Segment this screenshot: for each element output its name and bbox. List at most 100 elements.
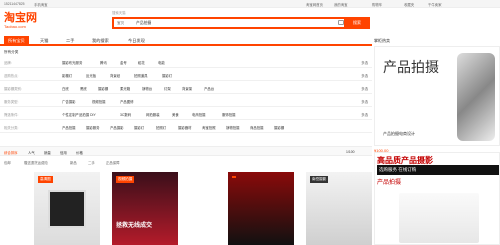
filter-value[interactable]: 摄影棚 <box>98 86 108 91</box>
sort-credit[interactable]: 信用 <box>60 150 67 155</box>
filter-value[interactable]: 背景纸 <box>110 73 120 78</box>
filter-row: 服务类型: 广告摄影 视频拍摄 产品图修 多选 <box>0 96 372 107</box>
tab-my-search[interactable]: 我的搜索 <box>88 36 113 46</box>
filter-row: 摄影棚类别: 白底 黑底 摄影棚 柔光箱 静物台 灯架 背景架 产品台 多选 <box>0 83 372 94</box>
sort-price[interactable]: 价格 <box>76 150 83 155</box>
filter-value[interactable]: 产品摄影 <box>110 125 124 130</box>
my-taobao-link[interactable]: 我的淘宝 <box>334 2 348 7</box>
filter-more[interactable]: 多选 <box>361 86 368 91</box>
filter-value[interactable]: 网拍服装 <box>146 112 160 117</box>
filter-value[interactable]: 产品图修 <box>120 99 134 104</box>
filter-value[interactable]: 摄影棚 <box>274 125 284 130</box>
product-image <box>48 190 86 228</box>
logo-cn: 淘宝网 <box>4 11 37 24</box>
logo-en: Taobao.com <box>4 24 26 29</box>
cart-link[interactable]: 购物车 <box>372 2 382 7</box>
filter-value[interactable]: 电能 <box>158 60 165 65</box>
ad-image <box>399 193 479 243</box>
filter-value[interactable]: 产品拍摄 <box>62 125 76 130</box>
filter-value[interactable]: 视频拍摄 <box>92 99 106 104</box>
tab-tmall[interactable]: 天猫 <box>36 36 52 46</box>
filter-more[interactable]: 多选 <box>361 112 368 117</box>
filter-more[interactable]: 多选 <box>361 99 368 104</box>
filter-row: 筛选条件: 个性定制产品拍摄 DIY 3C数码 网拍服装 美食 电商拍摄 服饰拍… <box>0 109 372 120</box>
sort-sales[interactable]: 销量 <box>44 150 51 155</box>
ad-subtitle: 选购服务 在线订购 <box>377 165 499 175</box>
user-phone[interactable]: 15211447825 <box>4 2 25 6</box>
top-bar: 15211447825 手机淘宝 淘宝网首页 我的淘宝 购物车 收藏夹 千牛卖家 <box>0 0 500 8</box>
mobile-taobao-link[interactable]: 手机淘宝 <box>34 2 48 7</box>
seller-link[interactable]: 千牛卖家 <box>428 2 442 7</box>
ad-card[interactable]: 产品拍摄 产品拍摄电商设计 <box>374 46 500 146</box>
search-input[interactable]: 产品拍摄 <box>136 21 151 26</box>
product-card[interactable] <box>228 172 294 245</box>
filter-value[interactable]: 摄影灯 <box>162 73 172 78</box>
ad-card[interactable]: 高品质产品摄影 选购服务 在线订购 产品拍摄 <box>374 152 500 245</box>
filter-key: 服务类型: <box>4 100 19 104</box>
filter-value[interactable]: 产品台 <box>204 86 214 91</box>
product-card[interactable]: 南岳摄影 <box>306 172 372 245</box>
filter-key: 选购热点: <box>4 74 19 78</box>
filter-value[interactable]: 个性定制产品拍摄 DIY <box>62 112 96 117</box>
taobao-logo[interactable]: 淘宝网 Taobao.com <box>4 12 48 32</box>
filter-row: 相关分类: 产品拍摄 摄影服务 产品摄影 摄影灯 拍照灯 摄影器材 淘宝拍照 静… <box>0 122 372 133</box>
filter-checkbox[interactable]: 包邮 <box>4 160 11 165</box>
filter-value[interactable]: 背景架 <box>182 86 192 91</box>
filter-panel: 所有分类 品牌: 摄影布光服务 腾讯 金号 稻花 电能 多选 选购热点: 影棚灯… <box>0 50 372 134</box>
filter-value[interactable]: 灯架 <box>164 86 171 91</box>
filter-value[interactable]: 商品拍摄 <box>250 125 264 130</box>
filter-checkbox[interactable]: 新品 <box>70 160 77 165</box>
filter-value[interactable]: 拍照道具 <box>134 73 148 78</box>
right-column-title: 掌柜热卖 <box>374 38 390 43</box>
filter-value[interactable]: 摄影灯 <box>134 125 144 130</box>
filter-key: 相关分类: <box>4 126 19 130</box>
favorites-link[interactable]: 收藏夹 <box>404 2 414 7</box>
search-button[interactable]: 搜索 <box>344 17 370 29</box>
ad-subtitle: 产品拍摄电商设计 <box>383 131 415 136</box>
filter-value[interactable]: 摄影器材 <box>178 125 192 130</box>
filter-checkbox[interactable]: 赠送退货运费险 <box>24 160 48 165</box>
sort-default[interactable]: 综合排序 <box>4 150 18 155</box>
filter-value[interactable]: 白底 <box>62 86 69 91</box>
filter-more[interactable]: 多选 <box>361 60 368 65</box>
ad-image <box>457 53 495 141</box>
filter-key: 筛选条件: <box>4 113 19 117</box>
filter-value[interactable]: 拍照灯 <box>156 125 166 130</box>
home-link[interactable]: 淘宝网首页 <box>306 2 323 7</box>
sort-popularity[interactable]: 人气 <box>28 150 35 155</box>
filter-value[interactable]: 静物拍摄 <box>226 125 240 130</box>
tab-secondhand[interactable]: 二手 <box>62 36 78 46</box>
product-badge <box>232 176 236 178</box>
filter-value[interactable]: 影棚灯 <box>62 73 72 78</box>
filter-value[interactable]: 金号 <box>120 60 127 65</box>
pager[interactable]: 1/100 <box>346 150 355 154</box>
filter-value[interactable]: 电商拍摄 <box>192 112 206 117</box>
filter-checkbox[interactable]: 二手 <box>88 160 95 165</box>
search-category[interactable]: 宝贝 <box>117 21 124 26</box>
filter-value[interactable]: 服饰拍摄 <box>222 112 236 117</box>
filter-key: 品牌: <box>4 61 12 65</box>
filter-value[interactable]: 摄影布光服务 <box>62 60 82 65</box>
filter-value[interactable]: 腾讯 <box>100 60 107 65</box>
product-badge: 高清图 <box>38 176 53 183</box>
filter-value[interactable]: 摄影服务 <box>86 125 100 130</box>
tab-all[interactable]: 所有宝贝 <box>4 36 29 46</box>
filter-value[interactable]: 稻花 <box>138 60 145 65</box>
filter-value[interactable]: 反光板 <box>86 73 96 78</box>
filter-value[interactable]: 黑底 <box>80 86 87 91</box>
filter-value[interactable]: 静物台 <box>142 86 152 91</box>
search-hint[interactable]: 搜索天猫 <box>112 10 126 15</box>
filter-title: 所有分类 <box>4 50 19 54</box>
tab-discover[interactable]: 今日发现 <box>124 36 149 46</box>
search-nav: 所有宝贝 天猫 二手 我的搜索 今日发现 <box>0 36 372 46</box>
product-card[interactable]: 视频拍摄 拯救无线成交 <box>112 172 178 245</box>
filter-value[interactable]: 3C数码 <box>120 112 131 117</box>
filter-value[interactable]: 美食 <box>172 112 179 117</box>
filter-value[interactable]: 淘宝拍照 <box>202 125 216 130</box>
filter-value[interactable]: 柔光箱 <box>120 86 130 91</box>
product-card[interactable]: 高清图 <box>34 172 100 245</box>
filter-more[interactable]: 多选 <box>361 73 368 78</box>
filter-checkbox[interactable]: 正品保障 <box>106 160 120 165</box>
filter-value[interactable]: 广告摄影 <box>62 99 76 104</box>
search-bar: 宝贝 产品拍摄 搜索 <box>112 17 370 29</box>
